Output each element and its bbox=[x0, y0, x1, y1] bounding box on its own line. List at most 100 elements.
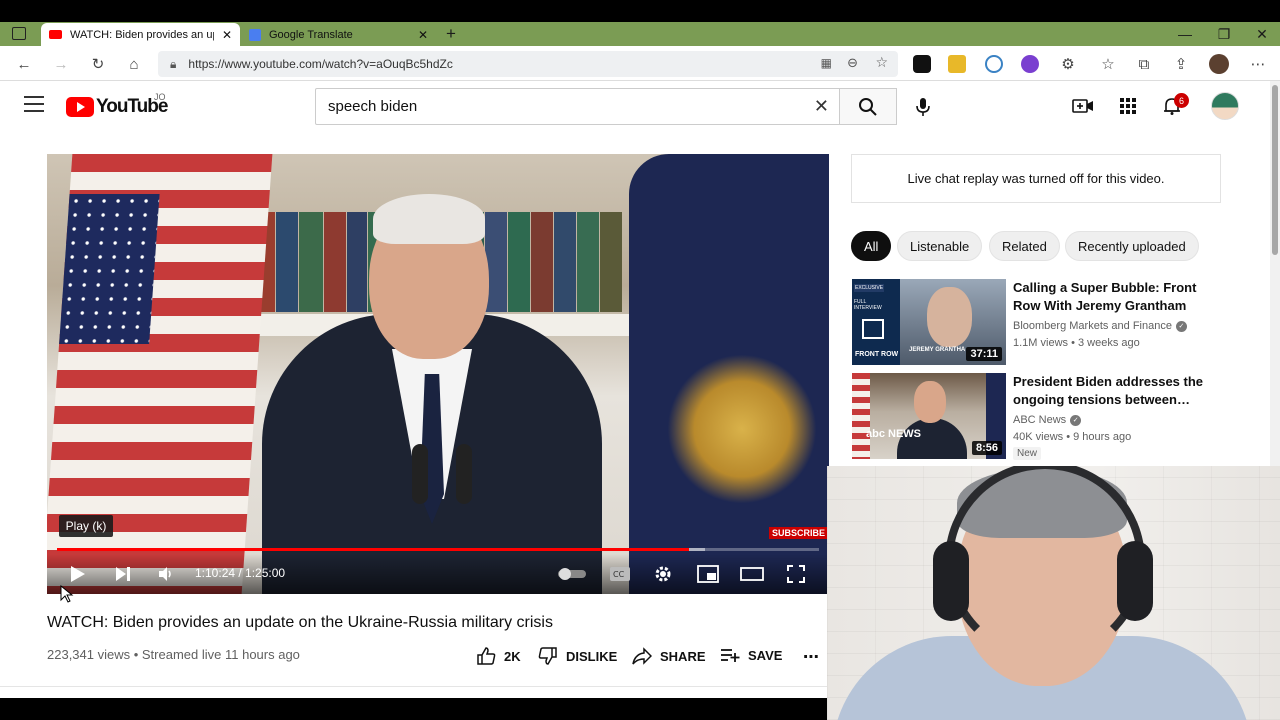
search-box[interactable]: ✕ bbox=[315, 88, 840, 125]
webcam-headphone-left bbox=[933, 541, 969, 621]
minimize-icon[interactable]: — bbox=[1167, 22, 1203, 46]
maximize-icon[interactable]: ❐ bbox=[1206, 22, 1242, 46]
translate-favicon-icon bbox=[249, 28, 261, 41]
clear-search-icon[interactable]: ✕ bbox=[814, 96, 829, 117]
live-chat-notice: Live chat replay was turned off for this… bbox=[851, 154, 1221, 203]
video-meta: 223,341 views • Streamed live 11 hours a… bbox=[47, 647, 300, 662]
zoom-icon[interactable]: ⊖ bbox=[847, 55, 858, 71]
duration-badge: 8:56 bbox=[971, 441, 1002, 455]
miniplayer-button[interactable] bbox=[697, 562, 719, 586]
screen-top-strip bbox=[0, 0, 1280, 22]
share-page-icon[interactable]: ⇪ bbox=[1170, 53, 1192, 75]
settings-button[interactable] bbox=[653, 562, 673, 586]
chip-related[interactable]: Related bbox=[989, 231, 1060, 261]
channel-name: ABC News bbox=[1013, 414, 1067, 426]
back-icon[interactable]: ← bbox=[13, 53, 35, 75]
autoplay-toggle[interactable] bbox=[557, 562, 587, 586]
extension-circle-icon[interactable] bbox=[985, 55, 1003, 73]
favorite-star-icon[interactable]: ☆ bbox=[875, 54, 888, 71]
share-button[interactable]: SHARE bbox=[632, 647, 706, 665]
volume-button[interactable] bbox=[157, 562, 175, 586]
tab-actions-icon[interactable] bbox=[12, 27, 26, 40]
verified-check-icon: ✓ bbox=[1175, 320, 1187, 332]
extension-a-icon[interactable] bbox=[913, 55, 931, 73]
recommendation-thumbnail[interactable]: EXCLUSIVE FULL INTERVIEW FRONT ROW JEREM… bbox=[852, 279, 1006, 365]
duration-badge: 37:11 bbox=[966, 347, 1002, 361]
svg-text:CC: CC bbox=[613, 570, 625, 579]
play-tooltip: Play (k) bbox=[59, 515, 113, 537]
thumb-exclusive-label: EXCLUSIVE bbox=[854, 284, 885, 292]
refresh-icon[interactable]: ↻ bbox=[87, 53, 109, 75]
menu-icon[interactable] bbox=[24, 96, 44, 112]
extension-honey-icon[interactable] bbox=[948, 55, 966, 73]
player-controls: 1:10:24 / 1:25:00 CC bbox=[47, 554, 829, 594]
captions-icon: CC bbox=[610, 567, 630, 581]
search-button[interactable] bbox=[839, 88, 897, 125]
thumb-name-label: JEREMY GRANTHA bbox=[909, 347, 966, 353]
apps-grid-icon[interactable] bbox=[1116, 94, 1140, 118]
fullscreen-button[interactable] bbox=[786, 562, 806, 586]
save-button[interactable]: SAVE bbox=[720, 647, 782, 663]
profile-avatar-icon[interactable] bbox=[1209, 54, 1229, 74]
home-icon[interactable]: ⌂ bbox=[123, 53, 145, 75]
settings-gear-icon bbox=[655, 566, 671, 582]
dislike-label: DISLIKE bbox=[566, 648, 618, 664]
scrollbar-thumb[interactable] bbox=[1272, 85, 1278, 255]
youtube-logo[interactable]: YouTube JO bbox=[66, 92, 168, 118]
voice-search-button[interactable] bbox=[906, 90, 940, 124]
webcam-headphone-right bbox=[1117, 541, 1153, 621]
video-title: WATCH: Biden provides an update on the U… bbox=[47, 614, 553, 631]
recommendation-title[interactable]: President Biden addresses the ongoing te… bbox=[1013, 373, 1203, 409]
tab-google-translate[interactable]: Google Translate ✕ bbox=[241, 23, 436, 46]
autoplay-toggle-icon bbox=[558, 568, 586, 580]
browser-menu-icon[interactable]: ⋯ bbox=[1247, 53, 1269, 75]
time-display: 1:10:24 / 1:25:00 bbox=[195, 566, 286, 580]
tab-youtube[interactable]: WATCH: Biden provides an upda ✕ bbox=[41, 23, 240, 46]
favorites-icon[interactable]: ☆ bbox=[1097, 53, 1119, 75]
notification-badge: 6 bbox=[1174, 93, 1189, 108]
recommendation-channel[interactable]: ABC News ✓ bbox=[1013, 414, 1082, 426]
subscribe-watermark[interactable]: SUBSCRIBE bbox=[769, 527, 829, 539]
extensions-puzzle-icon[interactable]: ⚙ bbox=[1057, 53, 1079, 75]
recommendation-thumbnail[interactable]: abc NEWS 8:56 bbox=[852, 373, 1006, 459]
play-button[interactable] bbox=[69, 562, 87, 586]
close-tab-icon[interactable]: ✕ bbox=[418, 28, 428, 42]
recommendation-item[interactable]: EXCLUSIVE FULL INTERVIEW FRONT ROW JEREM… bbox=[852, 279, 1222, 365]
forward-icon[interactable]: → bbox=[50, 53, 72, 75]
next-button[interactable] bbox=[114, 562, 132, 586]
play-icon bbox=[71, 566, 85, 582]
chip-recently-uploaded[interactable]: Recently uploaded bbox=[1065, 231, 1199, 261]
search-input[interactable] bbox=[328, 98, 798, 115]
more-actions-icon[interactable]: ⋯ bbox=[803, 647, 819, 667]
miniplayer-icon bbox=[697, 565, 719, 583]
new-tab-icon[interactable]: + bbox=[446, 24, 456, 44]
app-available-icon[interactable]: ▦ bbox=[821, 56, 832, 70]
channel-name: Bloomberg Markets and Finance bbox=[1013, 320, 1172, 332]
create-video-icon[interactable] bbox=[1071, 94, 1095, 118]
theater-mode-button[interactable] bbox=[740, 562, 764, 586]
extension-u-icon[interactable] bbox=[1021, 55, 1039, 73]
recommendation-channel[interactable]: Bloomberg Markets and Finance ✓ bbox=[1013, 320, 1187, 332]
close-tab-icon[interactable]: ✕ bbox=[222, 28, 232, 42]
url-field[interactable]: 🔒︎ https://www.youtube.com/watch?v=aOuqB… bbox=[158, 51, 898, 77]
youtube-header: YouTube JO ✕ 6 bbox=[0, 81, 1270, 133]
recommendation-title[interactable]: Calling a Super Bubble: Front Row With J… bbox=[1013, 279, 1203, 315]
fullscreen-icon bbox=[787, 565, 805, 583]
lock-icon: 🔒︎ bbox=[170, 56, 177, 71]
video-speaker-hair bbox=[373, 194, 485, 244]
chip-all[interactable]: All bbox=[851, 231, 892, 261]
like-button[interactable]: 2K bbox=[476, 647, 521, 665]
chip-listenable[interactable]: Listenable bbox=[897, 231, 983, 261]
account-avatar[interactable] bbox=[1211, 92, 1239, 120]
dislike-button[interactable]: DISLIKE bbox=[538, 647, 617, 665]
thumb-brand-label: abc NEWS bbox=[866, 428, 922, 440]
collections-icon[interactable]: ⧉ bbox=[1133, 53, 1155, 75]
screen-bottom-strip bbox=[0, 698, 827, 720]
progress-bar[interactable] bbox=[57, 548, 819, 551]
recommendation-views: 40K views • 9 hours ago bbox=[1013, 431, 1132, 443]
video-player[interactable]: SUBSCRIBE 1:10:24 / 1:25:00 CC bbox=[47, 154, 829, 594]
youtube-favicon-icon bbox=[49, 30, 62, 39]
close-window-icon[interactable]: ✕ bbox=[1244, 22, 1280, 46]
captions-button[interactable]: CC bbox=[609, 562, 631, 586]
recommendation-item[interactable]: abc NEWS 8:56 President Biden addresses … bbox=[852, 373, 1222, 460]
